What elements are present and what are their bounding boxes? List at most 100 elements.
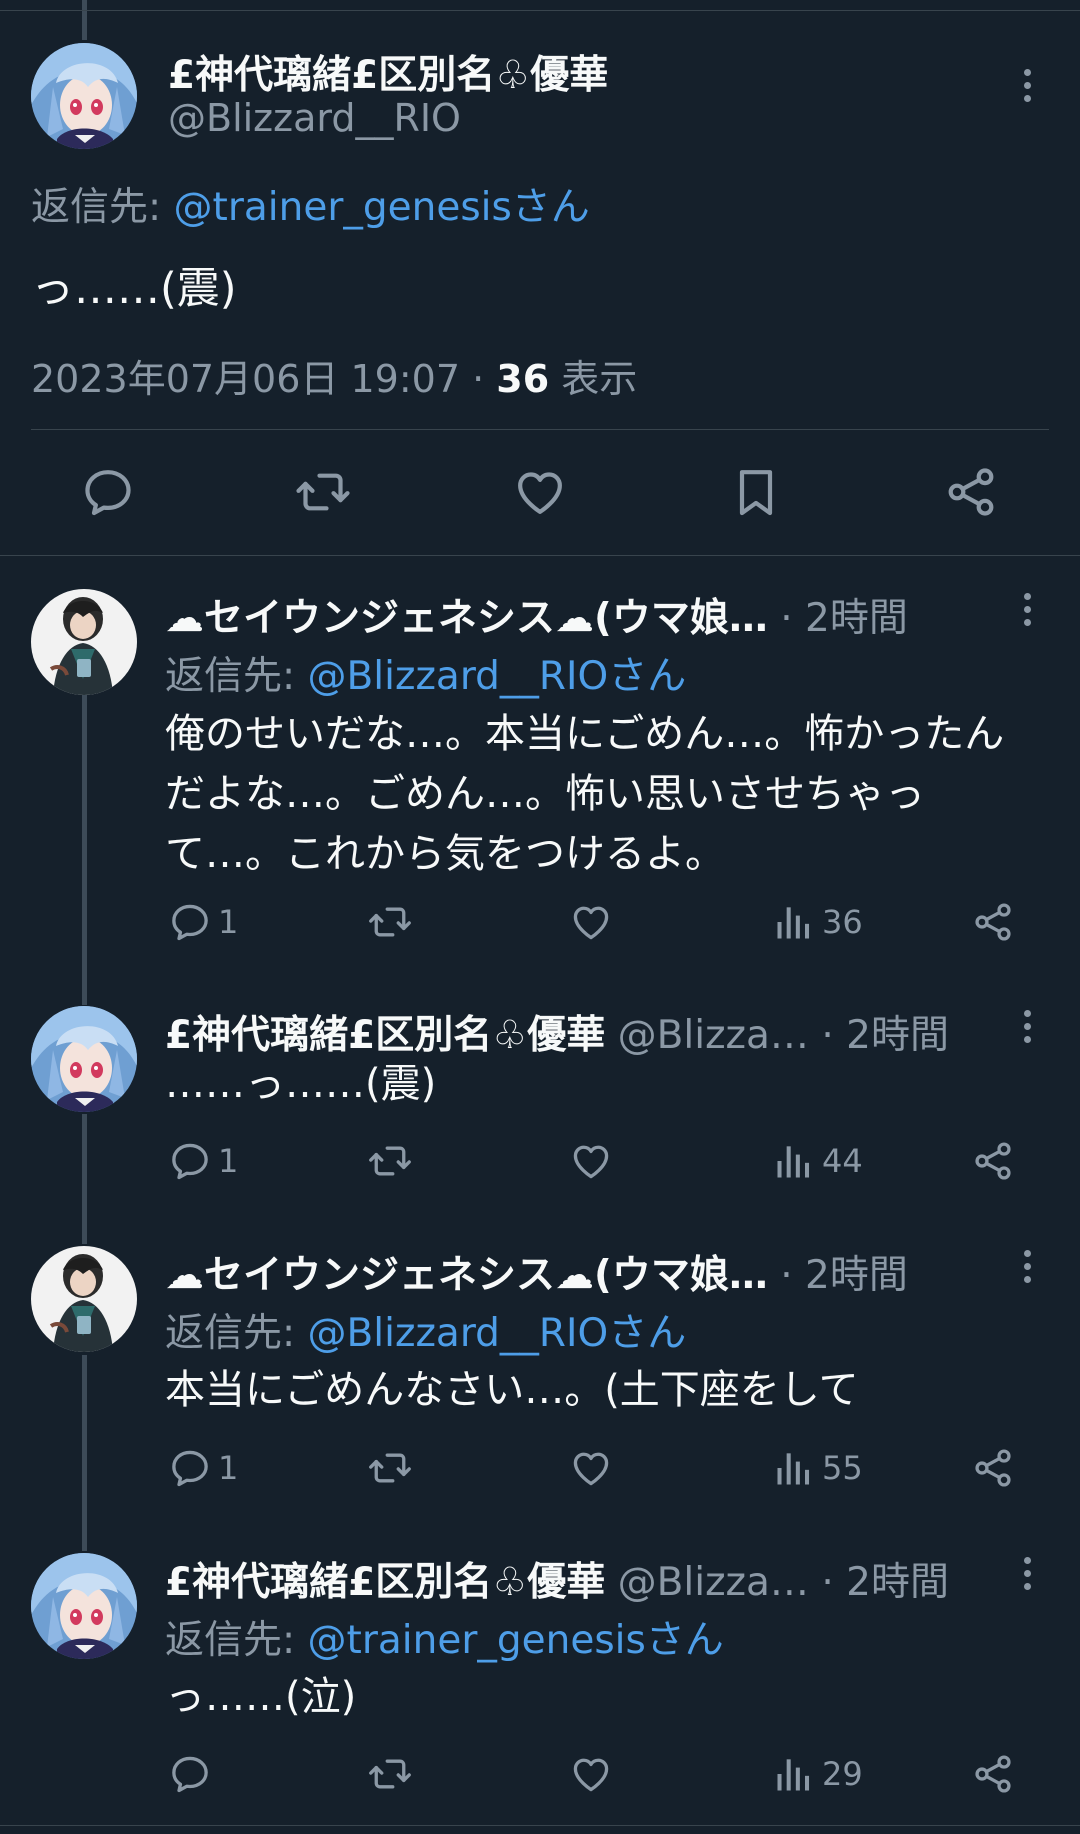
handle[interactable]: @Blizza… bbox=[618, 1013, 809, 1058]
like-icon bbox=[569, 1752, 613, 1796]
reply-to-line: 返信先: @trainer_genesisさん bbox=[31, 176, 590, 232]
reply-icon bbox=[80, 464, 136, 520]
views-count: 36 bbox=[496, 357, 550, 401]
share-icon bbox=[943, 464, 999, 520]
like-button[interactable] bbox=[569, 1746, 613, 1802]
like-button[interactable] bbox=[569, 894, 613, 950]
reply-to-mention[interactable]: @trainer_genesisさん bbox=[308, 1618, 724, 1663]
share-icon bbox=[971, 900, 1015, 944]
top-divider bbox=[0, 10, 1080, 11]
like-icon bbox=[569, 900, 613, 944]
tweet-text-line: 俺のせいだな…。本当にごめん…。怖かったん bbox=[165, 711, 1005, 757]
avatar[interactable] bbox=[31, 1553, 137, 1659]
avatar-image bbox=[31, 1006, 137, 1112]
share-button[interactable] bbox=[971, 1440, 1015, 1496]
more-icon[interactable] bbox=[1012, 66, 1042, 106]
tweet-text-line: だよな…。ごめん…。怖い思いさせちゃっ bbox=[165, 771, 925, 817]
bookmark-button[interactable] bbox=[728, 464, 784, 520]
share-button[interactable] bbox=[943, 464, 999, 520]
timestamp[interactable]: · 2時間 bbox=[821, 1560, 949, 1605]
views-icon bbox=[772, 900, 816, 944]
views-label: 表示 bbox=[561, 357, 638, 401]
avatar[interactable] bbox=[31, 1006, 137, 1112]
reply-to-line: 返信先: @trainer_genesisさん bbox=[165, 1609, 724, 1665]
reply-icon bbox=[168, 1139, 212, 1183]
avatar-image bbox=[31, 1246, 137, 1352]
views-count: 44 bbox=[822, 1142, 863, 1180]
reply-button[interactable] bbox=[80, 464, 136, 520]
timestamp[interactable]: · 2時間 bbox=[780, 1253, 908, 1298]
retweet-button[interactable] bbox=[295, 464, 351, 520]
reply-button[interactable]: 1 bbox=[168, 894, 238, 950]
like-icon bbox=[569, 1139, 613, 1183]
avatar[interactable] bbox=[31, 589, 137, 695]
more-icon[interactable] bbox=[1012, 1007, 1042, 1047]
thread-line bbox=[82, 0, 87, 40]
tweet-text-line: 本当にごめんなさい…。(土下座をして bbox=[165, 1367, 859, 1413]
retweet-button[interactable] bbox=[368, 1133, 412, 1189]
reply-count: 1 bbox=[218, 1142, 239, 1180]
reply-to-mention[interactable]: @trainer_genesisさん bbox=[174, 185, 590, 230]
avatar-image bbox=[31, 43, 137, 149]
timestamp[interactable]: · 2時間 bbox=[780, 596, 908, 641]
thread-line bbox=[82, 650, 87, 1005]
views-count: 55 bbox=[822, 1449, 863, 1487]
timestamp[interactable]: 2023年07月06日 19:07 bbox=[31, 357, 460, 401]
more-icon[interactable] bbox=[1012, 1247, 1042, 1287]
share-icon bbox=[971, 1446, 1015, 1490]
share-button[interactable] bbox=[971, 1746, 1015, 1802]
retweet-icon bbox=[368, 1752, 412, 1796]
tweet-text-line: ……っ……(震) bbox=[165, 1061, 437, 1107]
retweet-button[interactable] bbox=[368, 1746, 412, 1802]
reply-to-prefix: 返信先: bbox=[165, 1311, 296, 1356]
reply-to-line: 返信先: @Blizzard__RIOさん bbox=[165, 645, 686, 701]
display-name[interactable]: £神代璃緒£区別名♧優華 bbox=[168, 44, 608, 100]
reply-button[interactable]: 1 bbox=[168, 1440, 238, 1496]
share-button[interactable] bbox=[971, 1133, 1015, 1189]
handle[interactable]: @Blizzard__RIO bbox=[168, 96, 461, 140]
display-name[interactable]: £神代璃緒£区別名♧優華 bbox=[165, 1013, 605, 1058]
like-button[interactable] bbox=[569, 1440, 613, 1496]
retweet-button[interactable] bbox=[368, 1440, 412, 1496]
more-icon[interactable] bbox=[1012, 1554, 1042, 1594]
reply-to-mention[interactable]: @Blizzard__RIOさん bbox=[308, 1311, 687, 1356]
display-name[interactable]: ☁セイウンジェネシス☁(ウマ娘… bbox=[165, 596, 768, 641]
reply-to-prefix: 返信先: bbox=[165, 654, 296, 699]
share-button[interactable] bbox=[971, 894, 1015, 950]
views-icon bbox=[772, 1139, 816, 1183]
divider bbox=[31, 429, 1049, 430]
views-button[interactable]: 55 bbox=[772, 1440, 863, 1496]
reply-button[interactable] bbox=[168, 1746, 212, 1802]
reply-to-mention[interactable]: @Blizzard__RIOさん bbox=[308, 654, 687, 699]
thread-line bbox=[82, 1114, 87, 1244]
views-count: 36 bbox=[822, 903, 863, 941]
avatar-image bbox=[31, 589, 137, 695]
share-icon bbox=[971, 1139, 1015, 1183]
like-icon bbox=[569, 1446, 613, 1490]
views-button[interactable]: 44 bbox=[772, 1133, 863, 1189]
avatar[interactable] bbox=[31, 1246, 137, 1352]
views-button[interactable]: 29 bbox=[772, 1746, 863, 1802]
handle[interactable]: @Blizza… bbox=[618, 1560, 809, 1605]
reply-icon bbox=[168, 1446, 212, 1490]
avatar[interactable] bbox=[31, 43, 137, 149]
thread-line bbox=[82, 1355, 87, 1551]
views-button[interactable]: 36 bbox=[772, 894, 863, 950]
reply-to-prefix: 返信先: bbox=[31, 185, 162, 230]
views-icon bbox=[772, 1446, 816, 1490]
reply-icon bbox=[168, 900, 212, 944]
tweet-text: っ……(泣) bbox=[165, 1667, 356, 1727]
like-button[interactable] bbox=[569, 1133, 613, 1189]
timestamp[interactable]: · 2時間 bbox=[821, 1013, 949, 1058]
reply-count: 1 bbox=[218, 903, 239, 941]
reply-header: £神代璃緒£区別名♧優華 @Blizza… · 2時間 bbox=[165, 1551, 949, 1607]
display-name[interactable]: ☁セイウンジェネシス☁(ウマ娘… bbox=[165, 1253, 768, 1298]
reply-to-prefix: 返信先: bbox=[165, 1618, 296, 1663]
reply-button[interactable]: 1 bbox=[168, 1133, 238, 1189]
more-icon[interactable] bbox=[1012, 590, 1042, 630]
like-button[interactable] bbox=[512, 464, 568, 520]
views-count: 29 bbox=[822, 1755, 863, 1793]
retweet-button[interactable] bbox=[368, 894, 412, 950]
display-name[interactable]: £神代璃緒£区別名♧優華 bbox=[165, 1560, 605, 1605]
section-divider bbox=[0, 555, 1080, 556]
